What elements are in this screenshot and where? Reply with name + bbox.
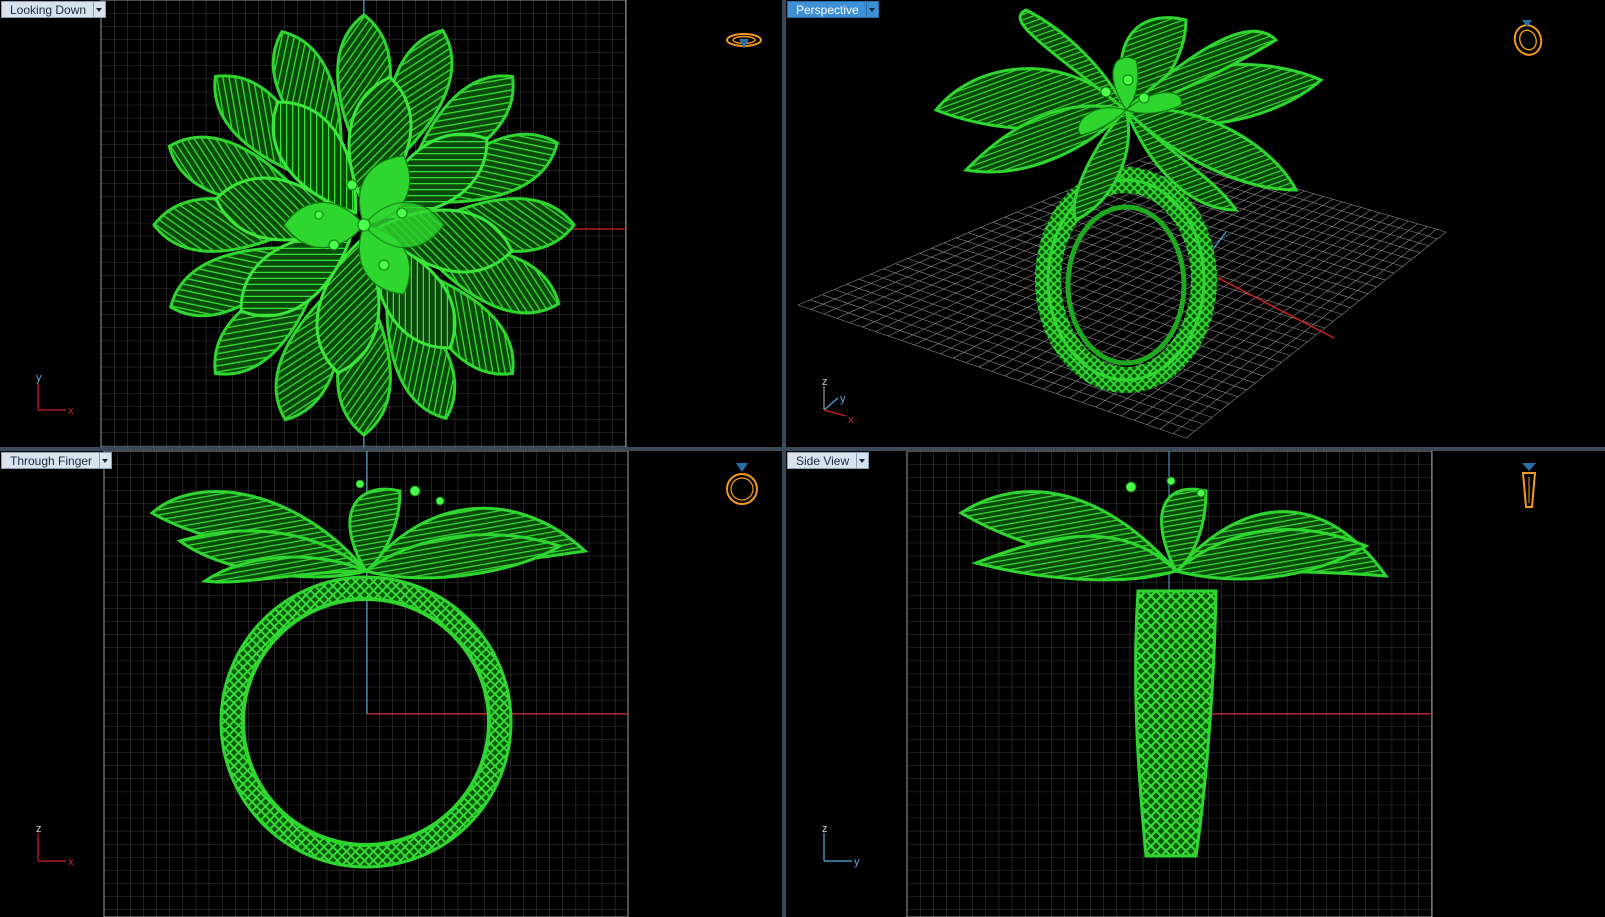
construction-grid	[100, 0, 627, 447]
flower-ring-model	[152, 13, 576, 437]
construction-grid	[103, 451, 629, 917]
viewport-title-tab[interactable]: Perspective	[787, 1, 879, 18]
axis-label-x: x	[848, 414, 854, 426]
viewport-menu-dropdown-icon[interactable]	[93, 1, 107, 18]
viewport-menu-dropdown-icon[interactable]	[856, 452, 870, 469]
x-axis-line	[1198, 267, 1335, 339]
viewport-title[interactable]: Side View	[787, 452, 857, 469]
axis-triad-icon: z y x	[822, 376, 854, 426]
axis-label-x: x	[68, 405, 74, 417]
construction-grid	[906, 451, 1433, 917]
axis-label-z: z	[822, 376, 828, 388]
axis-label-y: y	[854, 856, 860, 868]
viewport-menu-dropdown-icon[interactable]	[99, 452, 113, 469]
viewport-menu-dropdown-icon[interactable]	[865, 1, 879, 18]
viewport-layout: Looking Down y x Perspective z y x Throu…	[0, 0, 1605, 917]
construction-grid	[797, 8, 1447, 439]
axis-label-x: x	[68, 856, 74, 868]
ring-side-icon[interactable]	[1514, 459, 1544, 515]
axis-label-y: y	[840, 393, 846, 405]
viewport-side-view[interactable]: Side View z y	[786, 451, 1605, 917]
viewport-perspective[interactable]: Perspective z y x	[786, 0, 1605, 447]
viewport-title-tab[interactable]: Looking Down	[1, 1, 107, 18]
axis-label-z: z	[822, 823, 828, 835]
axis-label-z: z	[36, 823, 42, 835]
viewport-looking-down[interactable]: Looking Down y x	[0, 0, 782, 447]
ring-perspective-icon[interactable]	[1508, 12, 1548, 60]
viewport-title[interactable]: Through Finger	[1, 452, 100, 469]
viewport-through-finger[interactable]: Through Finger z x	[0, 451, 782, 917]
viewport-title-tab[interactable]: Side View	[787, 452, 870, 469]
ring-orientation-icon[interactable]	[722, 28, 766, 54]
ring-front-icon[interactable]	[722, 459, 762, 511]
viewport-title[interactable]: Perspective	[787, 1, 866, 18]
axis-triad-icon: y x	[36, 372, 74, 417]
viewport-title[interactable]: Looking Down	[1, 1, 94, 18]
axis-label-y: y	[36, 372, 42, 384]
axis-triad-icon: z y	[822, 823, 860, 868]
viewport-title-tab[interactable]: Through Finger	[1, 452, 113, 469]
axis-triad-icon: z x	[36, 823, 74, 868]
